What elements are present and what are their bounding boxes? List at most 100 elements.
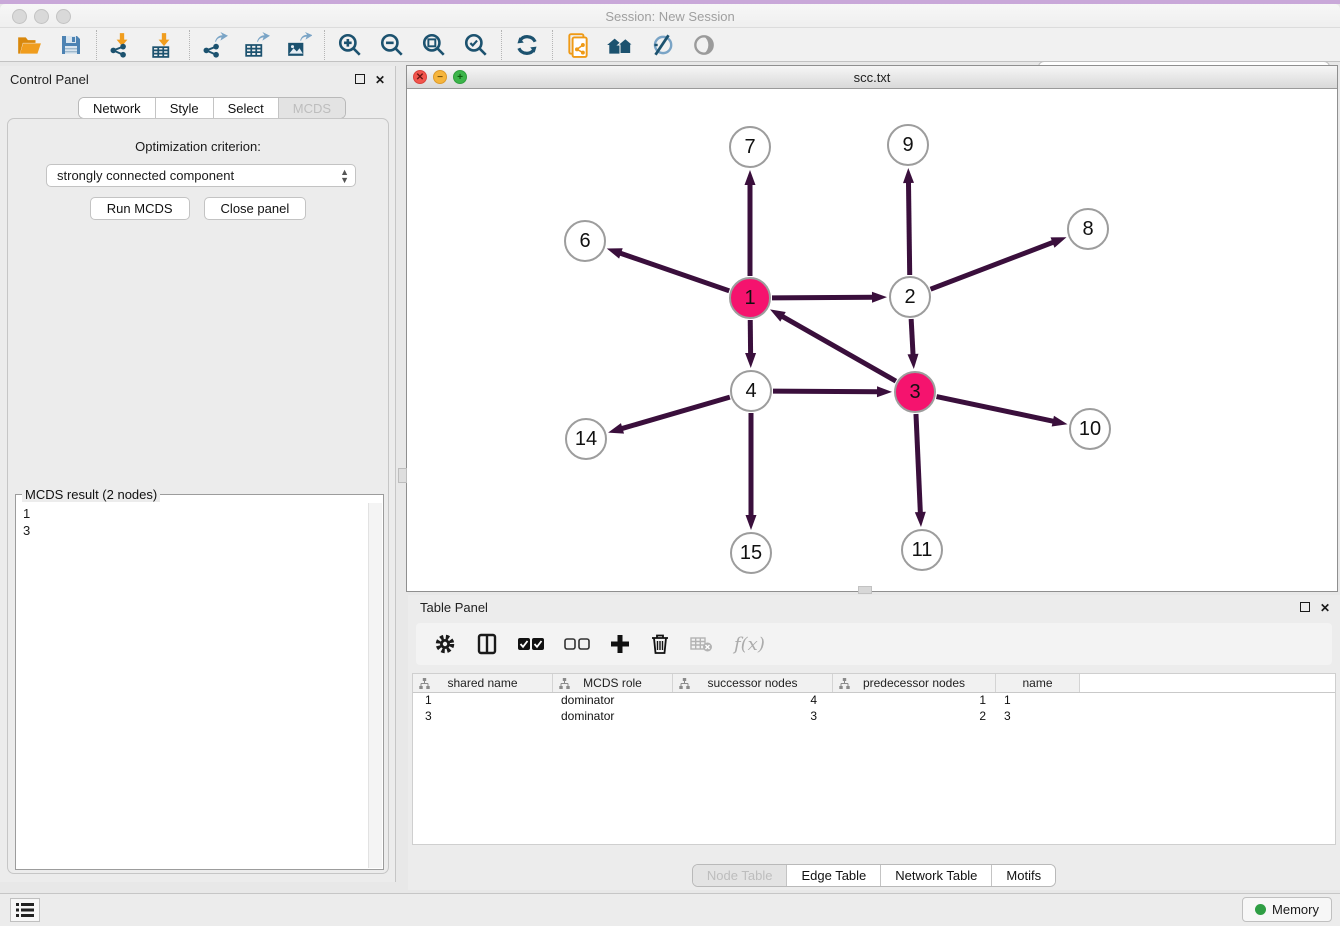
function-builder-icon: f(x)	[734, 634, 765, 655]
network-overview-button[interactable]	[557, 29, 599, 61]
task-history-button[interactable]	[10, 898, 40, 922]
edge-arrowhead-icon	[1051, 237, 1067, 247]
graph-edge[interactable]	[781, 316, 896, 381]
add-column-icon[interactable]	[610, 634, 630, 654]
graph-node-2[interactable]: 2	[889, 276, 931, 318]
zoom-selected-button[interactable]	[455, 29, 497, 61]
selected-option: strongly connected component	[57, 168, 234, 183]
export-network-button[interactable]	[194, 29, 236, 61]
table-cell[interactable]: 1	[833, 693, 996, 709]
graph-node-14[interactable]: 14	[565, 418, 607, 460]
table-cell[interactable]: 2	[833, 709, 996, 725]
table-cell[interactable]: 3	[996, 709, 1080, 725]
splitter-handle-vertical[interactable]	[398, 468, 407, 483]
splitter-handle-horizontal[interactable]	[858, 586, 872, 594]
graph-edge[interactable]	[908, 181, 909, 275]
network-window-titlebar[interactable]: ✕ − + scc.txt	[407, 66, 1337, 89]
table-cell[interactable]: dominator	[553, 693, 673, 709]
run-mcds-button[interactable]: Run MCDS	[90, 197, 190, 220]
float-table-panel-icon[interactable]	[1300, 601, 1310, 615]
delete-table-icon[interactable]	[690, 635, 714, 653]
tab-node-table[interactable]: Node Table	[693, 865, 788, 886]
table-cell[interactable]: dominator	[553, 709, 673, 725]
table-cell[interactable]: 3	[673, 709, 833, 725]
zoom-in-button[interactable]	[329, 29, 371, 61]
tab-mcds[interactable]: MCDS	[279, 98, 345, 118]
column-header-name[interactable]: name	[996, 674, 1080, 692]
zoom-fit-button[interactable]	[413, 29, 455, 61]
zoom-out-button[interactable]	[371, 29, 413, 61]
hide-glasses-button[interactable]	[641, 29, 683, 61]
show-eye-button[interactable]	[683, 29, 725, 61]
close-table-panel-icon[interactable]: ✕	[1320, 601, 1330, 615]
column-header-successor-nodes[interactable]: successor nodes	[673, 674, 833, 692]
table-row[interactable]: 1dominator411	[413, 693, 1335, 709]
graph-edge[interactable]	[916, 414, 920, 514]
save-session-button[interactable]	[50, 29, 92, 61]
import-table-button[interactable]	[143, 29, 185, 61]
import-table-icon	[151, 32, 177, 58]
graph-node-3[interactable]: 3	[894, 371, 936, 413]
network-canvas[interactable]: 7 9 6 8 1 2 4 3 14 10 15 11	[407, 89, 1337, 591]
graph-node-7[interactable]: 7	[729, 126, 771, 168]
settings-gear-icon[interactable]	[434, 633, 456, 655]
export-image-button[interactable]	[278, 29, 320, 61]
graph-node-11[interactable]: 11	[901, 529, 943, 571]
graph-node-6[interactable]: 6	[564, 220, 606, 262]
select-all-checks-icon[interactable]	[518, 637, 544, 651]
tab-network-table[interactable]: Network Table	[881, 865, 992, 886]
graph-edge[interactable]	[931, 242, 1055, 289]
table-cell[interactable]: 1	[413, 693, 553, 709]
close-panel-icon[interactable]: ✕	[375, 73, 385, 87]
column-header-label: MCDS role	[583, 676, 642, 690]
optimization-criterion-select[interactable]: strongly connected component ▲▼	[46, 164, 356, 187]
graph-edge[interactable]	[911, 319, 913, 356]
export-table-button[interactable]	[236, 29, 278, 61]
main-toolbar	[0, 28, 1340, 62]
graph-edge[interactable]	[937, 397, 1055, 422]
table-cell[interactable]: 3	[413, 709, 553, 725]
refresh-layout-button[interactable]	[506, 29, 548, 61]
graph-edge[interactable]	[619, 253, 729, 291]
column-header-shared-name[interactable]: shared name	[413, 674, 553, 692]
table-row[interactable]: 3dominator323	[413, 709, 1335, 725]
column-header-MCDS-role[interactable]: MCDS role	[553, 674, 673, 692]
close-panel-button[interactable]: Close panel	[204, 197, 307, 220]
table-cell[interactable]: 1	[996, 693, 1080, 709]
attribute-tree-icon	[559, 678, 570, 692]
attribute-tree-icon	[679, 678, 690, 692]
graph-node-4[interactable]: 4	[730, 370, 772, 412]
graph-node-8[interactable]: 8	[1067, 208, 1109, 250]
float-panel-icon[interactable]	[355, 73, 365, 87]
delete-column-icon[interactable]	[650, 633, 670, 655]
memory-status-icon	[1255, 904, 1266, 915]
show-columns-icon[interactable]	[476, 633, 498, 655]
graph-edge[interactable]	[621, 397, 730, 429]
memory-label: Memory	[1272, 902, 1319, 917]
mcds-result-list[interactable]: 1 3	[17, 503, 368, 868]
graph-edge[interactable]	[773, 391, 879, 392]
deselect-all-checks-icon[interactable]	[564, 637, 590, 651]
graph-node-10[interactable]: 10	[1069, 408, 1111, 450]
tab-motifs[interactable]: Motifs	[992, 865, 1055, 886]
result-scrollbar[interactable]	[368, 503, 382, 868]
column-header-predecessor-nodes[interactable]: predecessor nodes	[833, 674, 996, 692]
tab-select[interactable]: Select	[214, 98, 279, 118]
refresh-icon	[514, 32, 540, 58]
memory-button[interactable]: Memory	[1242, 897, 1332, 922]
graph-node-9[interactable]: 9	[887, 124, 929, 166]
import-network-button[interactable]	[101, 29, 143, 61]
graph-node-15[interactable]: 15	[730, 532, 772, 574]
open-session-button[interactable]	[8, 29, 50, 61]
home-button[interactable]	[599, 29, 641, 61]
column-header-label: predecessor nodes	[863, 676, 965, 690]
node-table[interactable]: shared name MCDS role successor nodes prede…	[412, 673, 1336, 845]
graph-node-1[interactable]: 1	[729, 277, 771, 319]
graph-edge[interactable]	[772, 297, 874, 298]
tab-network[interactable]: Network	[79, 98, 156, 118]
tab-style[interactable]: Style	[156, 98, 214, 118]
tab-edge-table[interactable]: Edge Table	[787, 865, 881, 886]
control-panel-title: Control Panel	[10, 72, 89, 87]
table-body: 1dominator4113dominator323	[413, 693, 1335, 725]
table-cell[interactable]: 4	[673, 693, 833, 709]
